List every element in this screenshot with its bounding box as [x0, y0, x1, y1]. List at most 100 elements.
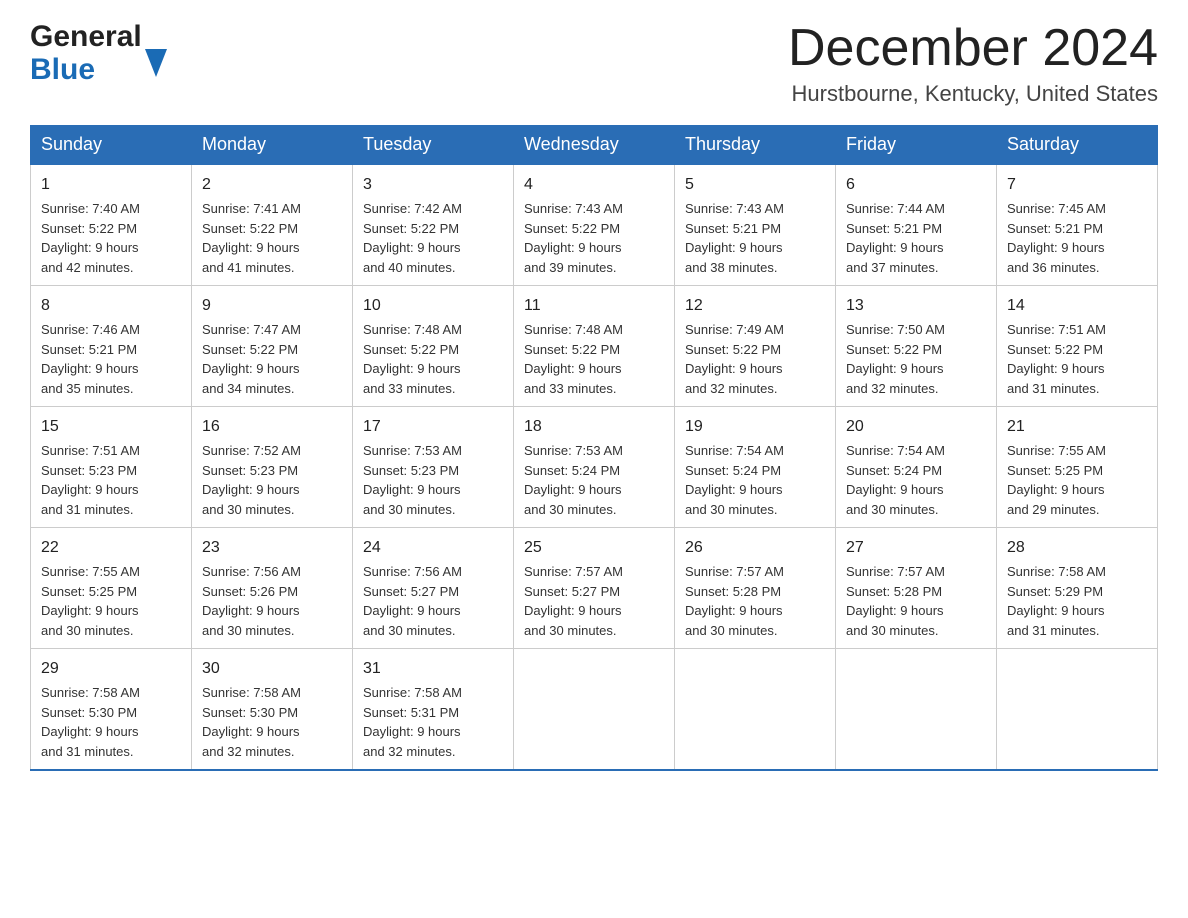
calendar-cell: 30Sunrise: 7:58 AMSunset: 5:30 PMDayligh…	[192, 649, 353, 771]
day-info: Sunrise: 7:40 AMSunset: 5:22 PMDaylight:…	[41, 199, 181, 277]
calendar-cell: 26Sunrise: 7:57 AMSunset: 5:28 PMDayligh…	[675, 528, 836, 649]
day-number: 24	[363, 536, 503, 560]
day-number: 27	[846, 536, 986, 560]
weekday-header-thursday: Thursday	[675, 126, 836, 165]
calendar-cell: 1Sunrise: 7:40 AMSunset: 5:22 PMDaylight…	[31, 164, 192, 286]
logo-general-text: General	[30, 20, 142, 53]
calendar-cell: 23Sunrise: 7:56 AMSunset: 5:26 PMDayligh…	[192, 528, 353, 649]
day-number: 11	[524, 294, 664, 318]
day-info: Sunrise: 7:53 AMSunset: 5:24 PMDaylight:…	[524, 441, 664, 519]
day-number: 28	[1007, 536, 1147, 560]
day-number: 9	[202, 294, 342, 318]
weekday-header-sunday: Sunday	[31, 126, 192, 165]
calendar-cell: 3Sunrise: 7:42 AMSunset: 5:22 PMDaylight…	[353, 164, 514, 286]
weekday-header-friday: Friday	[836, 126, 997, 165]
calendar-cell: 18Sunrise: 7:53 AMSunset: 5:24 PMDayligh…	[514, 407, 675, 528]
day-number: 8	[41, 294, 181, 318]
day-number: 25	[524, 536, 664, 560]
weekday-header-tuesday: Tuesday	[353, 126, 514, 165]
calendar-cell: 27Sunrise: 7:57 AMSunset: 5:28 PMDayligh…	[836, 528, 997, 649]
calendar-cell: 29Sunrise: 7:58 AMSunset: 5:30 PMDayligh…	[31, 649, 192, 771]
calendar-cell: 8Sunrise: 7:46 AMSunset: 5:21 PMDaylight…	[31, 286, 192, 407]
day-number: 23	[202, 536, 342, 560]
month-title: December 2024	[788, 20, 1158, 77]
calendar-cell: 17Sunrise: 7:53 AMSunset: 5:23 PMDayligh…	[353, 407, 514, 528]
day-info: Sunrise: 7:46 AMSunset: 5:21 PMDaylight:…	[41, 320, 181, 398]
week-row-1: 1Sunrise: 7:40 AMSunset: 5:22 PMDaylight…	[31, 164, 1158, 286]
day-number: 19	[685, 415, 825, 439]
calendar-cell: 2Sunrise: 7:41 AMSunset: 5:22 PMDaylight…	[192, 164, 353, 286]
calendar-cell: 24Sunrise: 7:56 AMSunset: 5:27 PMDayligh…	[353, 528, 514, 649]
calendar-cell: 22Sunrise: 7:55 AMSunset: 5:25 PMDayligh…	[31, 528, 192, 649]
day-number: 21	[1007, 415, 1147, 439]
day-info: Sunrise: 7:48 AMSunset: 5:22 PMDaylight:…	[524, 320, 664, 398]
day-number: 2	[202, 173, 342, 197]
day-info: Sunrise: 7:56 AMSunset: 5:27 PMDaylight:…	[363, 562, 503, 640]
day-number: 10	[363, 294, 503, 318]
day-info: Sunrise: 7:50 AMSunset: 5:22 PMDaylight:…	[846, 320, 986, 398]
day-info: Sunrise: 7:58 AMSunset: 5:30 PMDaylight:…	[41, 683, 181, 761]
day-number: 18	[524, 415, 664, 439]
day-info: Sunrise: 7:57 AMSunset: 5:28 PMDaylight:…	[846, 562, 986, 640]
day-info: Sunrise: 7:49 AMSunset: 5:22 PMDaylight:…	[685, 320, 825, 398]
calendar-cell: 20Sunrise: 7:54 AMSunset: 5:24 PMDayligh…	[836, 407, 997, 528]
day-number: 16	[202, 415, 342, 439]
day-number: 30	[202, 657, 342, 681]
weekday-header-saturday: Saturday	[997, 126, 1158, 165]
calendar-cell: 31Sunrise: 7:58 AMSunset: 5:31 PMDayligh…	[353, 649, 514, 771]
day-number: 14	[1007, 294, 1147, 318]
day-info: Sunrise: 7:41 AMSunset: 5:22 PMDaylight:…	[202, 199, 342, 277]
day-info: Sunrise: 7:48 AMSunset: 5:22 PMDaylight:…	[363, 320, 503, 398]
calendar-cell: 10Sunrise: 7:48 AMSunset: 5:22 PMDayligh…	[353, 286, 514, 407]
day-number: 31	[363, 657, 503, 681]
day-info: Sunrise: 7:57 AMSunset: 5:27 PMDaylight:…	[524, 562, 664, 640]
calendar-cell: 25Sunrise: 7:57 AMSunset: 5:27 PMDayligh…	[514, 528, 675, 649]
day-info: Sunrise: 7:55 AMSunset: 5:25 PMDaylight:…	[41, 562, 181, 640]
day-number: 7	[1007, 173, 1147, 197]
title-block: December 2024 Hurstbourne, Kentucky, Uni…	[788, 20, 1158, 107]
calendar-cell: 4Sunrise: 7:43 AMSunset: 5:22 PMDaylight…	[514, 164, 675, 286]
calendar-cell: 16Sunrise: 7:52 AMSunset: 5:23 PMDayligh…	[192, 407, 353, 528]
calendar-cell: 5Sunrise: 7:43 AMSunset: 5:21 PMDaylight…	[675, 164, 836, 286]
calendar-cell: 9Sunrise: 7:47 AMSunset: 5:22 PMDaylight…	[192, 286, 353, 407]
day-info: Sunrise: 7:44 AMSunset: 5:21 PMDaylight:…	[846, 199, 986, 277]
day-info: Sunrise: 7:51 AMSunset: 5:23 PMDaylight:…	[41, 441, 181, 519]
calendar-cell: 13Sunrise: 7:50 AMSunset: 5:22 PMDayligh…	[836, 286, 997, 407]
calendar-cell	[997, 649, 1158, 771]
calendar-cell: 11Sunrise: 7:48 AMSunset: 5:22 PMDayligh…	[514, 286, 675, 407]
logo-arrow-icon	[145, 49, 167, 82]
day-number: 12	[685, 294, 825, 318]
day-info: Sunrise: 7:58 AMSunset: 5:29 PMDaylight:…	[1007, 562, 1147, 640]
calendar-cell: 12Sunrise: 7:49 AMSunset: 5:22 PMDayligh…	[675, 286, 836, 407]
day-info: Sunrise: 7:54 AMSunset: 5:24 PMDaylight:…	[846, 441, 986, 519]
day-info: Sunrise: 7:52 AMSunset: 5:23 PMDaylight:…	[202, 441, 342, 519]
day-number: 29	[41, 657, 181, 681]
page-header: General Blue December 2024 Hurstbourne, …	[30, 20, 1158, 107]
day-number: 4	[524, 173, 664, 197]
day-number: 26	[685, 536, 825, 560]
day-info: Sunrise: 7:57 AMSunset: 5:28 PMDaylight:…	[685, 562, 825, 640]
day-info: Sunrise: 7:43 AMSunset: 5:21 PMDaylight:…	[685, 199, 825, 277]
day-info: Sunrise: 7:51 AMSunset: 5:22 PMDaylight:…	[1007, 320, 1147, 398]
calendar-cell: 14Sunrise: 7:51 AMSunset: 5:22 PMDayligh…	[997, 286, 1158, 407]
day-number: 6	[846, 173, 986, 197]
day-info: Sunrise: 7:58 AMSunset: 5:30 PMDaylight:…	[202, 683, 342, 761]
day-number: 13	[846, 294, 986, 318]
weekday-header-wednesday: Wednesday	[514, 126, 675, 165]
calendar-cell	[514, 649, 675, 771]
day-info: Sunrise: 7:47 AMSunset: 5:22 PMDaylight:…	[202, 320, 342, 398]
weekday-header-row: SundayMondayTuesdayWednesdayThursdayFrid…	[31, 126, 1158, 165]
calendar-table: SundayMondayTuesdayWednesdayThursdayFrid…	[30, 125, 1158, 771]
logo: General Blue	[30, 20, 167, 86]
week-row-3: 15Sunrise: 7:51 AMSunset: 5:23 PMDayligh…	[31, 407, 1158, 528]
day-info: Sunrise: 7:55 AMSunset: 5:25 PMDaylight:…	[1007, 441, 1147, 519]
day-number: 15	[41, 415, 181, 439]
calendar-cell: 19Sunrise: 7:54 AMSunset: 5:24 PMDayligh…	[675, 407, 836, 528]
day-number: 22	[41, 536, 181, 560]
calendar-cell: 21Sunrise: 7:55 AMSunset: 5:25 PMDayligh…	[997, 407, 1158, 528]
day-info: Sunrise: 7:58 AMSunset: 5:31 PMDaylight:…	[363, 683, 503, 761]
calendar-cell	[675, 649, 836, 771]
day-number: 17	[363, 415, 503, 439]
day-info: Sunrise: 7:54 AMSunset: 5:24 PMDaylight:…	[685, 441, 825, 519]
day-info: Sunrise: 7:43 AMSunset: 5:22 PMDaylight:…	[524, 199, 664, 277]
